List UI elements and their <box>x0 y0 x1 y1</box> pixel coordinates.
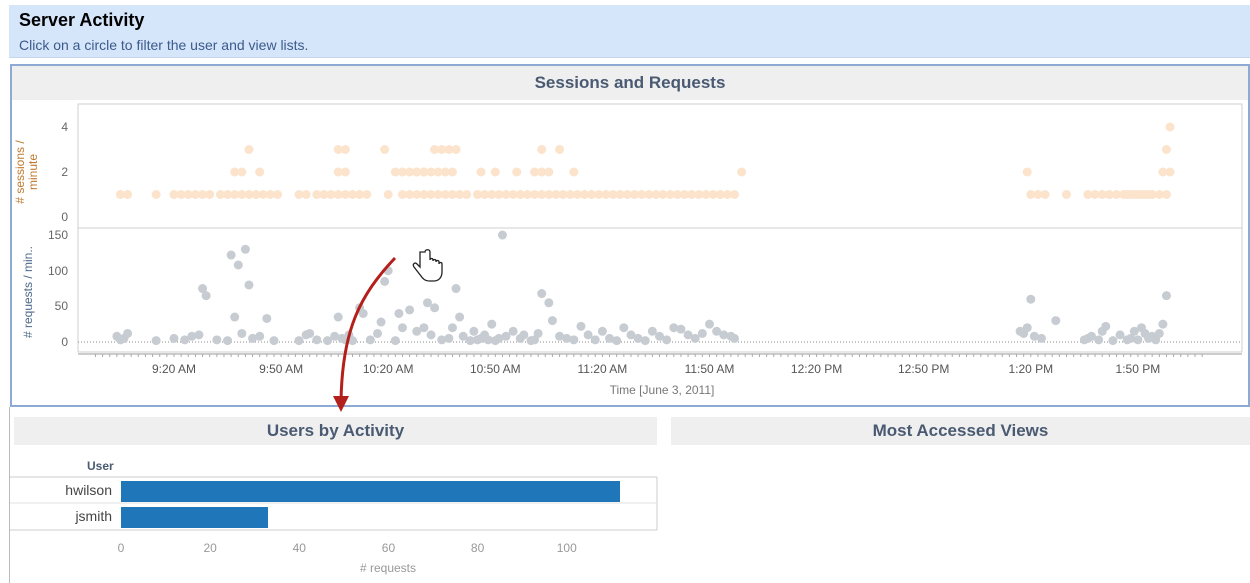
user-bar-jsmith[interactable] <box>121 507 269 528</box>
user-bar-hwilson[interactable] <box>121 481 621 502</box>
users-x-tick: 20 <box>203 541 217 555</box>
time-tick-label: 10:20 AM <box>362 362 414 376</box>
sessions-requests-title: Sessions and Requests <box>12 66 1248 100</box>
hand-cursor-icon <box>412 249 443 282</box>
dashboard-left-border <box>9 407 10 583</box>
time-tick-label: 9:20 AM <box>151 362 197 376</box>
dashboard-subtitle: Click on a circle to filter the user and… <box>19 37 309 53</box>
time-tick-label: 12:20 PM <box>790 362 843 376</box>
sessions-y-tick: 0 <box>61 210 68 224</box>
dashboard-title: Server Activity <box>19 10 145 30</box>
users-x-tick: 40 <box>292 541 306 555</box>
users-by-activity-title: Users by Activity <box>14 417 657 445</box>
user-column-header: User <box>87 459 114 473</box>
dashboard-header: Server Activity Click on a circle to fil… <box>9 5 1250 58</box>
requests-y-tick: 50 <box>54 299 68 314</box>
users-x-tick: 80 <box>470 541 485 555</box>
requests-y-axis-label: # requests / min.. <box>21 245 35 339</box>
time-tick-label: 12:50 PM <box>898 362 950 376</box>
time-tick-label: 1:50 PM <box>1115 362 1161 376</box>
requests-y-tick: 150 <box>47 228 68 243</box>
time-tick-label: 9:50 AM <box>259 362 304 376</box>
time-tick-label: 1:20 PM <box>1008 362 1054 376</box>
time-tick-label: 10:50 AM <box>469 362 521 376</box>
user-label-hwilson[interactable]: hwilson <box>22 482 112 498</box>
requests-y-tick: 0 <box>61 335 68 349</box>
time-tick-label: 11:20 AM <box>577 362 628 376</box>
sessions-requests-panel: Sessions and Requests <box>10 64 1250 407</box>
time-tick-label: 11:50 AM <box>684 362 735 376</box>
users-x-tick: 100 <box>556 541 577 555</box>
user-label-jsmith[interactable]: jsmith <box>22 508 112 524</box>
requests-y-tick: 100 <box>47 263 68 278</box>
users-x-tick: 60 <box>381 541 396 555</box>
most-accessed-views-title: Most Accessed Views <box>671 417 1250 445</box>
users-x-tick: 0 <box>117 541 125 555</box>
users-x-axis-title: # requests <box>359 561 417 575</box>
sessions-y-tick: 2 <box>61 165 68 179</box>
sessions-y-tick: 4 <box>61 120 68 134</box>
time-axis-title: Time [June 3, 2011] <box>609 383 715 397</box>
